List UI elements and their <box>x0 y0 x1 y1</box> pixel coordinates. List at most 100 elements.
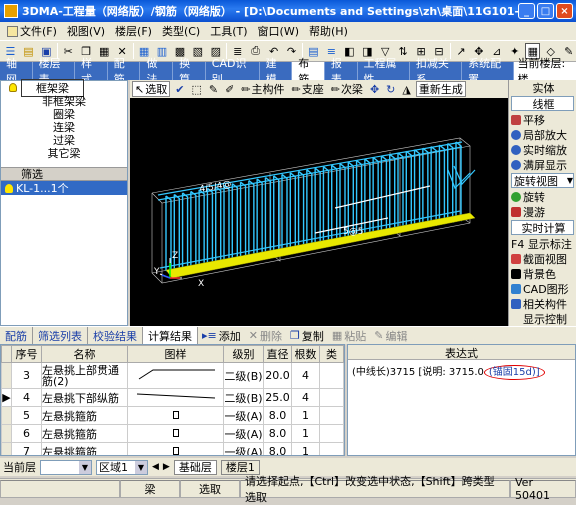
file-icon <box>7 25 18 37</box>
col-dia-header[interactable]: 直径 <box>263 345 292 363</box>
redo-icon[interactable]: ↷ <box>284 43 299 59</box>
mirror-button[interactable]: ◮ <box>400 81 412 97</box>
tab-style[interactable]: 样式 <box>75 57 108 86</box>
row-indicator <box>1 406 12 425</box>
display-control-button[interactable]: 显示控制 <box>509 311 576 326</box>
related-member-button[interactable]: 相关构件 <box>509 296 576 311</box>
stirrup <box>314 167 321 248</box>
expression-highlight: (锚固15d)] <box>483 365 545 380</box>
cell-shape <box>127 388 224 407</box>
tree-item-other-beam[interactable]: 其它梁 <box>1 146 127 160</box>
rect-select-button[interactable]: ⬚ <box>189 81 203 97</box>
menu-type[interactable]: 类型(C) <box>157 23 205 39</box>
col-shape-header[interactable]: 图样 <box>127 345 224 363</box>
check-button[interactable]: ✔ <box>173 81 186 97</box>
arrow-icon[interactable]: ↗ <box>454 43 469 59</box>
col-name-header[interactable]: 名称 <box>41 345 128 363</box>
col-type-header[interactable]: 类 <box>319 345 344 363</box>
menu-tools[interactable]: 工具(T) <box>205 23 252 39</box>
col-count-header[interactable]: 根数 <box>291 345 320 363</box>
tab-rebar-layout[interactable]: 布筋 <box>292 57 325 86</box>
edit-button[interactable]: ✎ 编辑 <box>370 328 411 344</box>
filter-list-item[interactable]: KL-1...1个 <box>1 181 127 195</box>
rotate-icon <box>511 191 521 202</box>
tab-floor-table[interactable]: 楼层表 <box>33 57 76 86</box>
delete-button[interactable]: ✕ 删除 <box>245 328 286 344</box>
close-button[interactable]: × <box>556 3 573 19</box>
select-tool-button[interactable]: ↖ 选取 <box>132 81 171 97</box>
region-select[interactable]: 区域1 ▼ <box>96 459 148 475</box>
menu-view[interactable]: 视图(V) <box>62 23 110 39</box>
menu-floor[interactable]: 楼层(F) <box>110 23 157 39</box>
cell-type <box>319 388 344 407</box>
tab-deduction[interactable]: 扣减关系 <box>410 57 463 86</box>
section-view-button[interactable]: 截面视图 <box>509 251 576 266</box>
floor-select[interactable]: ▼ <box>40 459 92 475</box>
tab-calc-result[interactable]: 计算结果 <box>143 326 198 345</box>
rotate-button[interactable]: ↻ <box>384 81 397 97</box>
add-button[interactable]: ▸≡ 添加 <box>198 328 245 344</box>
menu-help[interactable]: 帮助(H) <box>304 23 353 39</box>
move-button[interactable]: ✥ <box>368 81 381 97</box>
stirrup <box>198 189 205 270</box>
cell-dia: 8.0 <box>263 406 292 425</box>
rotate-button[interactable]: 旋转 <box>509 189 576 204</box>
tab-axis[interactable]: 轴网 <box>0 57 33 86</box>
tab-cad-recognition[interactable]: CAD识别 <box>206 57 260 86</box>
menu-file[interactable]: 文件(F) <box>2 23 62 39</box>
axis-z-label: Z <box>172 251 178 261</box>
tab-filter-list[interactable]: 筛选列表 <box>33 326 88 345</box>
entity-mode-label[interactable]: 实体 <box>509 80 576 95</box>
tab-project-props[interactable]: 工程属性 <box>358 57 410 86</box>
support-button[interactable]: ✏ 支座 <box>290 81 326 97</box>
expression-text[interactable]: (中线长)3715 [说明: 3715.0 (锚固15d)] <box>348 360 575 381</box>
tab-modeling[interactable]: 建模 <box>260 57 293 86</box>
zoom-local-button[interactable]: 局部放大 <box>509 127 576 142</box>
fit-screen-button[interactable]: 满屏显示 <box>509 157 576 172</box>
edit-pen-button[interactable]: ✎ <box>207 81 220 97</box>
table-row[interactable]: 7 左悬挑箍筋 一级(A) 8.0 1 <box>1 442 344 455</box>
table-row[interactable]: ▶ 4 左悬挑下部纵筋 二级(B) 25.0 4 <box>1 388 344 407</box>
result-tabs: 配筋 筛选列表 校验结果 计算结果 ▸≡ 添加 ✕ 删除 ❐ 复制 ▦ 粘贴 ✎ 编辑 <box>0 326 576 345</box>
paste-button[interactable]: ▦ 粘贴 <box>328 328 370 344</box>
stirrup <box>206 187 214 268</box>
tab-system-config[interactable]: 系统配置 <box>462 57 515 86</box>
rotate-view-select[interactable]: 旋转视图 ▼ <box>511 173 574 188</box>
minimize-button[interactable]: _ <box>518 3 535 19</box>
table-row[interactable]: 3 左悬挑上部贯通筋(2) 二级(B) 20.0 4 <box>1 362 344 389</box>
bg-color-button[interactable]: 背景色 <box>509 266 576 281</box>
brush-button[interactable]: ✐ <box>223 81 236 97</box>
3d-viewport[interactable]: 4/5/4@ 5@5 Z Y X <box>130 98 508 326</box>
col-no-header[interactable]: 序号 <box>11 345 42 363</box>
scroll-right-icon[interactable]: ▶ <box>163 462 170 472</box>
bulb-icon <box>9 83 17 92</box>
maximize-button[interactable]: □ <box>537 3 554 19</box>
regenerate-button[interactable]: 重新生成 <box>415 81 466 97</box>
zoom-realtime-button[interactable]: 实时缩放 <box>509 142 576 157</box>
scroll-left-icon[interactable]: ◀ <box>152 462 159 472</box>
col-grade-header[interactable]: 级别 <box>223 345 264 363</box>
main-member-button[interactable]: ✏ 主构件 <box>239 81 286 97</box>
table-row[interactable]: 6 左悬挑箍筋 一级(A) 8.0 1 <box>1 424 344 443</box>
wireframe-mode-button[interactable]: 线框 <box>511 96 574 111</box>
secondary-beam-button[interactable]: ✏ 次梁 <box>329 81 365 97</box>
tab-conversion[interactable]: 换算 <box>173 57 206 86</box>
pan-button[interactable]: 平移 <box>509 112 576 127</box>
cell-count: 4 <box>291 362 320 389</box>
stirrup <box>297 170 305 251</box>
stirrup-shape-icon <box>172 447 179 455</box>
realtime-calc-button[interactable]: 实时计算 <box>511 220 574 235</box>
tab-rebar-config[interactable]: 配筋 <box>0 326 33 345</box>
floor-tab-foundation[interactable]: 基础层 <box>173 459 217 475</box>
tab-check-result[interactable]: 校验结果 <box>88 326 143 345</box>
tab-reinforcement[interactable]: 配筋 <box>108 57 141 86</box>
stirrup <box>181 192 189 273</box>
copy-button[interactable]: ❐ 复制 <box>286 328 328 344</box>
roam-button[interactable]: 漫游 <box>509 204 576 219</box>
menu-window[interactable]: 窗口(W) <box>253 23 304 39</box>
table-row[interactable]: 5 左悬挑箍筋 一级(A) 8.0 1 <box>1 406 344 425</box>
cad-graph-button[interactable]: CAD图形 <box>509 281 576 296</box>
tab-report[interactable]: 报表 <box>325 57 358 86</box>
tab-method[interactable]: 做法 <box>140 57 174 86</box>
show-label-toggle[interactable]: F4 显示标注 <box>509 236 576 251</box>
